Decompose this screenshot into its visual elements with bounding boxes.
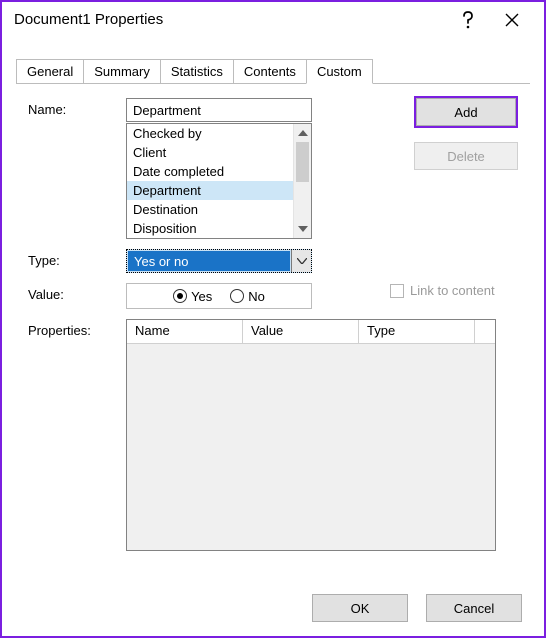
delete-button: Delete (414, 142, 518, 170)
properties-grid-rows (127, 344, 495, 550)
radio-label: No (248, 289, 265, 304)
checkbox-label: Link to content (410, 283, 495, 298)
value-radio-group: Yes No (126, 283, 312, 309)
scroll-down-icon[interactable] (294, 220, 312, 238)
list-item[interactable]: Department (127, 181, 293, 200)
tab-general[interactable]: General (16, 59, 84, 84)
radio-label: Yes (191, 289, 212, 304)
radio-icon (230, 289, 244, 303)
checkbox-box-icon (390, 284, 404, 298)
tab-custom[interactable]: Custom (306, 59, 373, 84)
radio-icon (173, 289, 187, 303)
value-radio-yes[interactable]: Yes (173, 289, 212, 304)
value-radio-no[interactable]: No (230, 289, 265, 304)
tab-strip: General Summary Statistics Contents Cust… (2, 38, 544, 84)
add-button[interactable]: Add (416, 98, 516, 126)
tab-summary[interactable]: Summary (83, 59, 161, 84)
scroll-up-icon[interactable] (294, 124, 312, 142)
name-input[interactable] (126, 98, 312, 122)
tab-contents[interactable]: Contents (233, 59, 307, 84)
value-cell: Yes No (126, 283, 380, 309)
tab-statistics[interactable]: Statistics (160, 59, 234, 84)
chevron-down-icon[interactable] (291, 250, 311, 272)
list-item[interactable]: Destination (127, 200, 293, 219)
name-list-scrollbar[interactable] (293, 124, 311, 238)
type-combo[interactable]: Yes or no (126, 249, 312, 273)
list-item[interactable]: Date completed (127, 162, 293, 181)
list-item[interactable]: Disposition (127, 219, 293, 238)
add-button-highlight: Add (414, 96, 518, 128)
column-header-value[interactable]: Value (243, 320, 359, 344)
list-item[interactable]: Client (127, 143, 293, 162)
dialog-frame: Document1 Properties General Summary Sta… (0, 0, 546, 638)
cancel-button[interactable]: Cancel (426, 594, 522, 622)
dialog-body: Name: Checked by Client Date completed D… (2, 84, 544, 580)
window-title: Document1 Properties (14, 11, 446, 28)
value-label: Value: (28, 283, 116, 302)
list-item[interactable]: Checked by (127, 124, 293, 143)
name-suggestion-list[interactable]: Checked by Client Date completed Departm… (126, 123, 312, 239)
ok-button[interactable]: OK (312, 594, 408, 622)
properties-grid[interactable]: Name Value Type (126, 319, 496, 551)
properties-grid-header: Name Value Type (127, 320, 495, 344)
column-header-spacer (475, 320, 495, 344)
title-bar: Document1 Properties (2, 2, 544, 38)
properties-label: Properties: (28, 319, 116, 338)
type-label: Type: (28, 249, 116, 268)
column-header-type[interactable]: Type (359, 320, 475, 344)
type-combo-value: Yes or no (128, 251, 290, 271)
scroll-thumb[interactable] (296, 142, 309, 182)
help-icon[interactable] (446, 5, 490, 35)
name-cell: Checked by Client Date completed Departm… (126, 98, 380, 239)
column-header-name[interactable]: Name (127, 320, 243, 344)
close-icon[interactable] (490, 5, 534, 35)
side-button-column: Add Delete (414, 96, 518, 170)
name-label: Name: (28, 98, 116, 117)
dialog-footer: OK Cancel (2, 580, 544, 636)
link-to-content-checkbox: Link to content (390, 283, 518, 298)
